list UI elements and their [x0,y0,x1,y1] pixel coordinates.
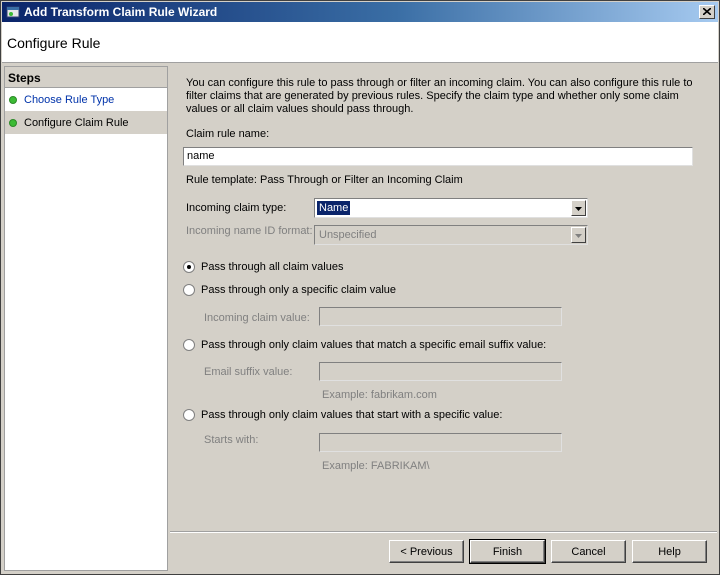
radio-pass-starts-with[interactable]: Pass through only claim values that star… [183,409,502,421]
cancel-button[interactable]: Cancel [551,540,626,563]
starts-with-input[interactable] [319,433,562,452]
steps-heading: Steps [5,67,167,88]
radio-button[interactable] [183,409,195,421]
incoming-claim-type-value: Name [317,201,351,215]
incoming-claim-value-label: Incoming claim value: [204,312,310,324]
dropdown-button[interactable] [571,227,586,243]
radio-label: Pass through all claim values [201,261,344,273]
title-bar[interactable]: Add Transform Claim Rule Wizard [2,2,718,22]
email-example-text: Example: fabrikam.com [322,389,437,401]
radio-label: Pass through only claim values that star… [201,409,503,421]
chevron-down-icon [575,229,582,241]
step-configure-claim-rule[interactable]: Configure Claim Rule [5,111,167,134]
rule-template-text: Rule template: Pass Through or Filter an… [186,174,463,186]
footer-divider [170,531,717,533]
claim-rule-name-label: Claim rule name: [186,128,270,140]
email-suffix-input[interactable] [319,362,562,381]
radio-label: Pass through only claim values that matc… [201,339,547,351]
incoming-claim-type-label: Incoming claim type: [186,202,287,214]
help-button[interactable]: Help [632,540,707,563]
incoming-name-id-value: Unspecified [319,229,377,241]
wizard-window-icon [6,5,20,19]
previous-button[interactable]: < Previous [389,540,464,563]
close-button[interactable] [699,5,715,19]
email-suffix-label: Email suffix value: [204,366,293,378]
radio-button[interactable] [183,339,195,351]
finish-button[interactable]: Finish [469,539,546,564]
radio-pass-email-suffix[interactable]: Pass through only claim values that matc… [183,339,546,351]
chevron-down-icon [575,202,582,214]
close-icon [702,6,712,18]
step-label[interactable]: Choose Rule Type [24,94,114,106]
window-title: Add Transform Claim Rule Wizard [24,5,218,19]
dropdown-button[interactable] [571,200,586,216]
step-label: Configure Claim Rule [24,116,129,129]
radio-label: Pass through only a specific claim value [201,284,397,296]
page-header: Configure Rule [2,22,718,63]
content-pane: You can configure this rule to pass thro… [170,66,717,571]
step-choose-rule-type[interactable]: Choose Rule Type [5,88,167,111]
description-text: You can configure this rule to pass thro… [186,77,693,115]
claim-rule-name-input[interactable]: name [183,147,693,166]
incoming-name-id-select[interactable]: Unspecified [314,225,588,245]
page-title: Configure Rule [7,35,101,51]
radio-pass-all[interactable]: Pass through all claim values [183,261,343,273]
starts-with-label: Starts with: [204,434,259,446]
green-dot-icon [9,118,17,127]
incoming-claim-type-select[interactable]: Name [314,198,588,218]
green-dot-icon [9,95,17,104]
radio-button[interactable] [183,284,195,296]
radio-button[interactable] [183,261,195,273]
steps-pane: Steps Choose Rule Type Configure Claim R… [4,66,168,571]
radio-pass-specific[interactable]: Pass through only a specific claim value [183,284,396,296]
incoming-claim-value-input[interactable] [319,307,562,326]
starts-with-example-text: Example: FABRIKAM\ [322,460,430,472]
wizard-window: Add Transform Claim Rule Wizard Configur… [0,0,720,575]
incoming-name-id-label: Incoming name ID format: [186,225,313,237]
